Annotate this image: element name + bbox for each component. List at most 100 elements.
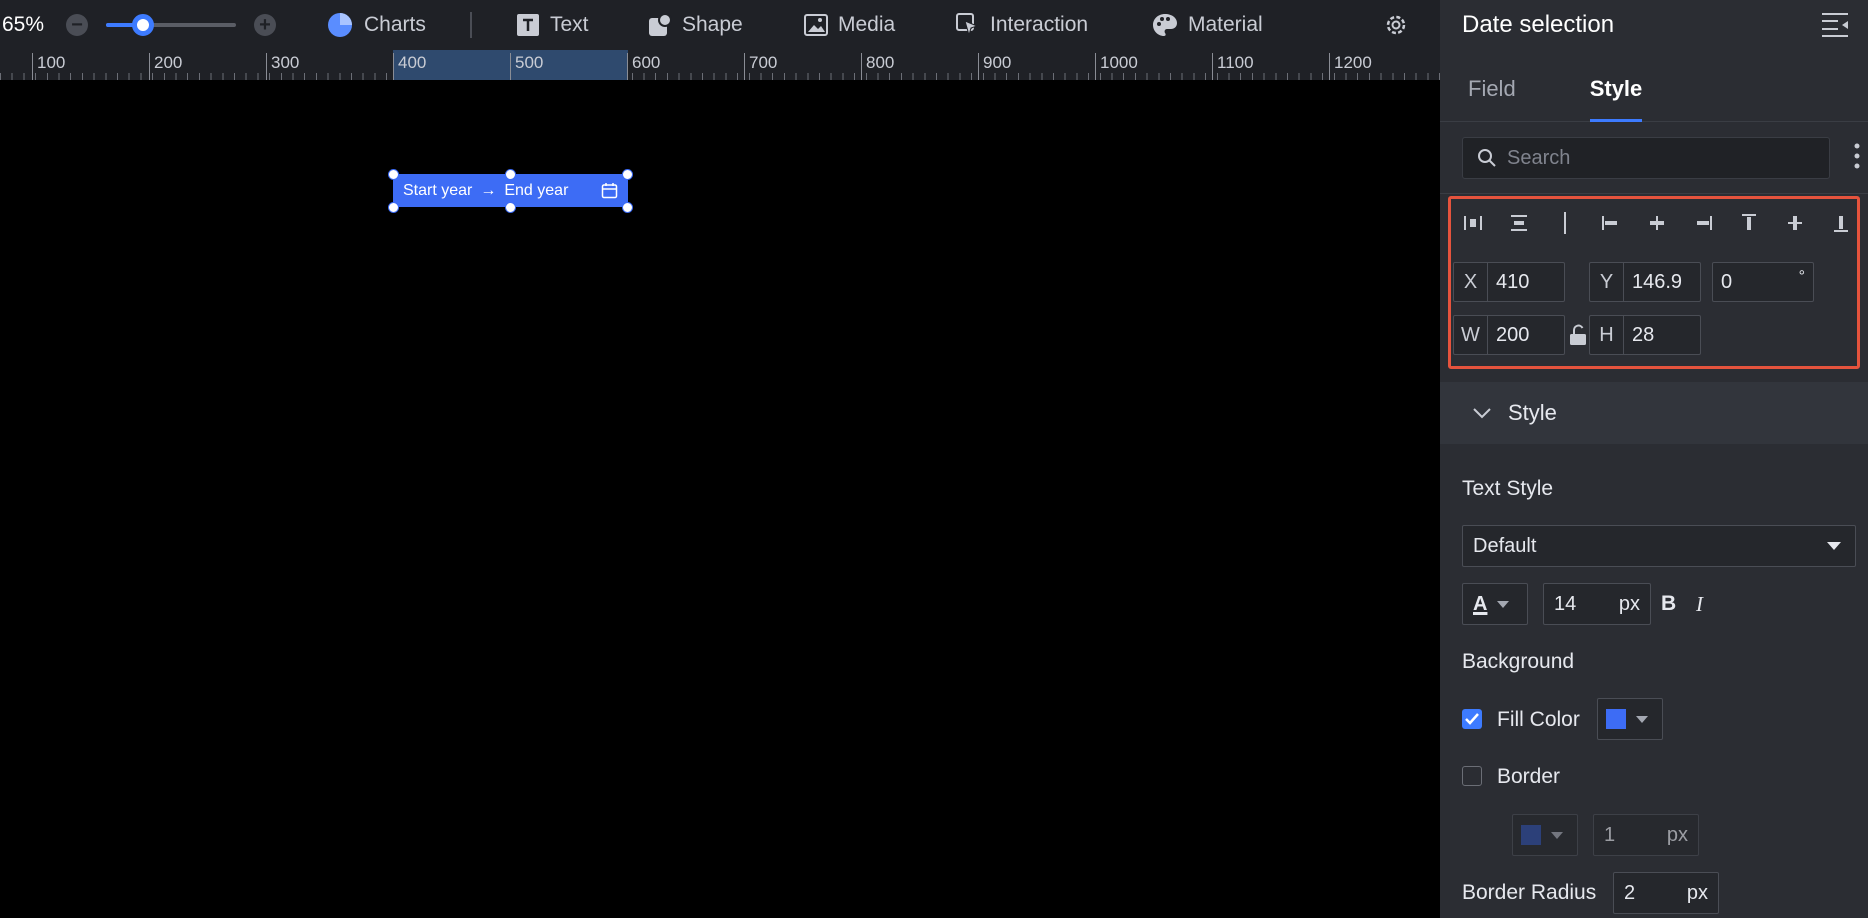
settings-gear[interactable]	[1384, 0, 1408, 50]
w-value: 200	[1496, 323, 1530, 346]
h-label: H	[1590, 316, 1624, 354]
toolbar-separator	[470, 12, 472, 38]
top-toolbar: 65% − + Charts Text Shape Media Interact…	[0, 0, 1440, 50]
rotation-value: 0	[1721, 270, 1733, 293]
panel-tabs: Field Style	[1440, 50, 1868, 122]
italic-button[interactable]: I	[1696, 592, 1703, 617]
align-bottom-icon[interactable]	[1831, 213, 1851, 233]
ruler-mark: 300	[266, 53, 299, 80]
border-radius-field[interactable]: 2 px	[1613, 872, 1719, 914]
dropdown-caret-icon	[1551, 831, 1563, 839]
y-position-field[interactable]: Y 146.9	[1589, 262, 1701, 302]
align-center-horizontal-icon[interactable]	[1647, 213, 1667, 233]
tab-style[interactable]: Style	[1589, 50, 1643, 122]
zoom-slider[interactable]	[106, 23, 236, 27]
style-section-header[interactable]: Style	[1440, 382, 1868, 444]
palette-icon	[1153, 14, 1177, 36]
divider-bar	[1555, 212, 1575, 234]
text-icon	[517, 14, 539, 36]
calendar-icon	[601, 183, 618, 199]
start-year-label: Start year	[403, 181, 473, 199]
resize-handle-bottom[interactable]	[505, 202, 516, 213]
search-input[interactable]	[1507, 146, 1807, 170]
dropdown-caret-icon	[1827, 542, 1841, 550]
fill-color-checkbox[interactable]	[1462, 709, 1482, 729]
bold-button[interactable]: B	[1661, 592, 1676, 616]
distribute-horizontal-icon[interactable]	[1463, 213, 1483, 233]
x-value: 410	[1496, 270, 1530, 293]
border-checkbox[interactable]	[1462, 766, 1482, 786]
ruler-mark: 500	[510, 53, 543, 80]
resize-handle-top-right[interactable]	[622, 169, 633, 180]
text-style-select[interactable]: Default	[1462, 525, 1856, 567]
y-value: 146.9	[1632, 270, 1683, 293]
toolbar-text[interactable]: Text	[516, 0, 589, 50]
pie-chart-icon	[328, 13, 352, 37]
properties-panel: Date selection Field Style X 410	[1440, 0, 1868, 918]
border-width-value: 1	[1604, 823, 1616, 846]
tab-field[interactable]: Field	[1468, 50, 1516, 122]
dropdown-caret-icon	[1636, 715, 1648, 723]
font-size-field[interactable]: 14 px	[1543, 583, 1651, 625]
border-width-field[interactable]: 1 px	[1593, 814, 1699, 856]
font-size-value: 14	[1554, 592, 1577, 615]
ruler-mark: 600	[627, 53, 660, 80]
toolbar-shape-label: Shape	[682, 13, 743, 36]
zoom-in-icon[interactable]: +	[254, 14, 276, 36]
zoom-slider-knob[interactable]	[132, 14, 154, 36]
zoom-percentage: 65%	[2, 13, 45, 36]
font-size-unit: px	[1618, 592, 1640, 615]
y-label: Y	[1590, 263, 1624, 301]
dropdown-caret-icon	[1497, 600, 1510, 608]
toolbar-media[interactable]: Media	[804, 0, 895, 50]
ruler-mark: 1100	[1212, 53, 1254, 80]
rotation-field[interactable]: 0 °	[1712, 262, 1814, 302]
ruler-mark: 200	[149, 53, 182, 80]
toolbar-interaction[interactable]: Interaction	[956, 0, 1088, 50]
toolbar-charts[interactable]: Charts	[326, 0, 426, 50]
more-options-icon[interactable]	[1854, 142, 1860, 170]
collapse-panel-icon[interactable]	[1820, 11, 1850, 39]
rotation-unit: °	[1798, 268, 1805, 285]
align-top-icon[interactable]	[1739, 213, 1759, 233]
image-icon	[804, 14, 828, 36]
align-middle-vertical-icon[interactable]	[1785, 213, 1805, 233]
fill-color-picker[interactable]	[1597, 698, 1663, 740]
resize-handle-bottom-left[interactable]	[388, 202, 399, 213]
resize-handle-top[interactable]	[505, 169, 516, 180]
align-left-icon[interactable]	[1601, 213, 1621, 233]
text-style-label: Text Style	[1462, 477, 1554, 500]
resize-handle-bottom-right[interactable]	[622, 202, 633, 213]
align-right-icon[interactable]	[1693, 213, 1713, 233]
border-color-swatch	[1521, 825, 1541, 845]
panel-header: Date selection	[1440, 0, 1868, 50]
distribute-vertical-icon[interactable]	[1509, 213, 1529, 233]
border-radius-unit: px	[1686, 881, 1708, 904]
x-label: X	[1454, 263, 1488, 301]
font-color-picker[interactable]: A	[1462, 583, 1528, 625]
toolbar-interaction-label: Interaction	[990, 13, 1089, 36]
ruler-mark: 400	[393, 53, 426, 80]
search-box[interactable]	[1462, 137, 1830, 179]
toolbar-material-label: Material	[1188, 13, 1263, 36]
design-canvas[interactable]: Start year → End year	[0, 80, 1440, 918]
resize-handle-top-left[interactable]	[388, 169, 399, 180]
end-year-label: End year	[504, 181, 569, 199]
toolbar-shape[interactable]: Shape	[648, 0, 743, 50]
width-field[interactable]: W 200	[1453, 315, 1565, 355]
toolbar-charts-label: Charts	[364, 13, 426, 36]
ruler-mark: 1200	[1329, 53, 1372, 80]
border-color-picker[interactable]	[1512, 814, 1578, 856]
height-field[interactable]: H 28	[1589, 315, 1701, 355]
search-icon	[1478, 149, 1496, 167]
font-color-icon: A	[1473, 592, 1488, 615]
border-label: Border	[1497, 765, 1561, 788]
zoom-out-icon[interactable]: −	[66, 14, 88, 36]
border-width-unit: px	[1666, 823, 1688, 846]
aspect-lock-icon[interactable]	[1568, 324, 1588, 346]
gear-icon	[1386, 15, 1406, 35]
alignment-toolbar	[1463, 212, 1851, 234]
toolbar-material[interactable]: Material	[1152, 0, 1263, 50]
x-position-field[interactable]: X 410	[1453, 262, 1565, 302]
ruler-mark: 900	[978, 53, 1011, 80]
